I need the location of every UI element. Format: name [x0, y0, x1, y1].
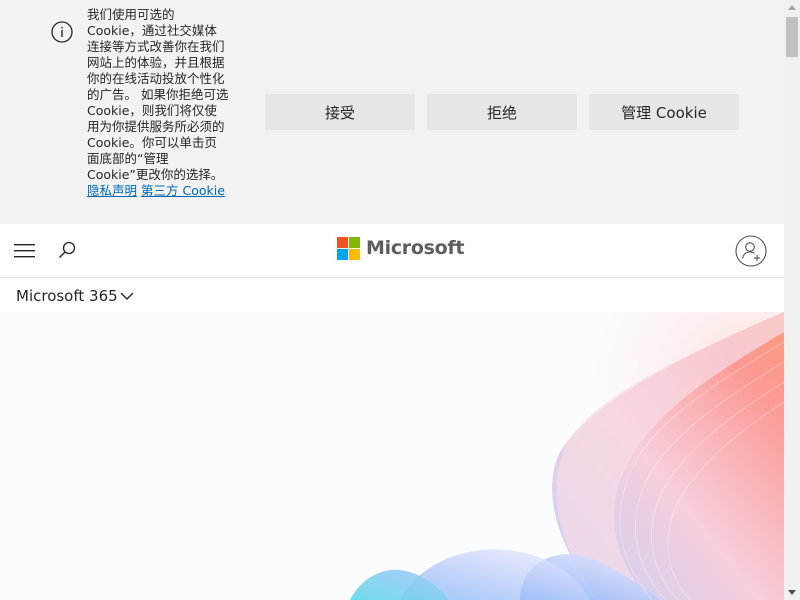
microsoft-logo: [337, 236, 360, 260]
brand-name: Microsoft: [366, 237, 465, 259]
cookie-message-text: 我们使用可选的 Cookie，通过社交媒体连接等方式改善你在我们网站上的体验，并…: [87, 7, 229, 182]
info-icon: [51, 21, 73, 43]
scrollbar-thumb[interactable]: [786, 17, 798, 57]
third-party-cookies-link[interactable]: 第三方 Cookie: [141, 183, 225, 198]
product-menu-label[interactable]: Microsoft 365: [16, 287, 118, 305]
manage-cookies-button[interactable]: 管理 Cookie: [589, 94, 739, 130]
site-header: Microsoft: [0, 224, 784, 278]
chevron-down-icon[interactable]: [120, 291, 134, 301]
cookie-message: 我们使用可选的 Cookie，通过社交媒体连接等方式改善你在我们网站上的体验，并…: [87, 7, 229, 199]
accept-button[interactable]: 接受: [265, 94, 415, 130]
product-subnav: Microsoft 365: [0, 278, 784, 313]
scroll-down-arrow-icon[interactable]: [784, 584, 800, 600]
hero-image: [0, 312, 784, 600]
scroll-up-arrow-icon[interactable]: [784, 0, 800, 16]
hamburger-menu-icon[interactable]: [14, 241, 36, 259]
privacy-statement-link[interactable]: 隐私声明: [87, 183, 137, 198]
microsoft-brand[interactable]: Microsoft: [337, 236, 464, 260]
search-icon[interactable]: [57, 240, 77, 260]
hero-ribbon-graphic: [0, 312, 784, 600]
cookie-banner: 我们使用可选的 Cookie，通过社交媒体连接等方式改善你在我们网站上的体验，并…: [0, 0, 784, 224]
account-icon[interactable]: [735, 235, 767, 267]
vertical-scrollbar[interactable]: [784, 0, 800, 600]
reject-button[interactable]: 拒绝: [427, 94, 577, 130]
